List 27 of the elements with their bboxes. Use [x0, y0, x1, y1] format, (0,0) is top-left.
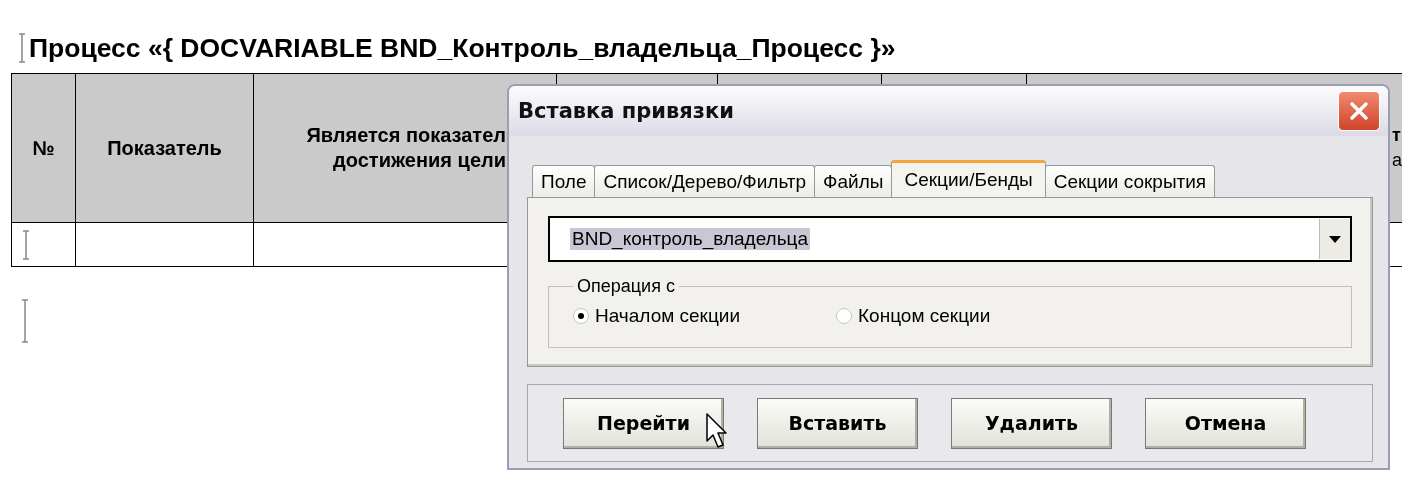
radio-option[interactable]: Началом секции: [573, 305, 741, 327]
tab[interactable]: Секции/Бенды: [891, 160, 1046, 197]
close-button[interactable]: [1338, 91, 1380, 131]
column-header: достижения цели: [333, 148, 506, 173]
window-title: Вставка привязки: [518, 99, 735, 123]
dialog-button[interactable]: Удалить: [951, 397, 1112, 449]
tab[interactable]: Секции сокрытия: [1044, 165, 1216, 197]
text-cursor-icon: [21, 299, 29, 343]
text-cursor-icon: [22, 229, 30, 260]
dialog-button[interactable]: Отмена: [1145, 397, 1306, 449]
tab[interactable]: Список/Дерево/Фильтр: [594, 165, 816, 197]
tab[interactable]: Файлы: [814, 165, 893, 197]
close-icon[interactable]: [1348, 100, 1370, 122]
column-header: Показатель: [107, 135, 222, 161]
radio-option[interactable]: Концом секции: [836, 305, 991, 327]
dialog-button[interactable]: Перейти: [563, 397, 724, 449]
tab[interactable]: Поле: [532, 165, 596, 197]
dialog-button[interactable]: Вставить: [757, 397, 918, 449]
text-cursor-icon: [18, 33, 26, 63]
column-header: №: [32, 135, 55, 161]
group-label: Операция с: [576, 276, 676, 297]
section-dropdown[interactable]: BND_контроль_владельца: [548, 216, 1352, 262]
column-header: Является показател: [306, 123, 506, 148]
document-heading: Процесс «{ DOCVARIABLE BND_Контроль_владельца_Процесс }»: [29, 32, 896, 64]
mouse-pointer-icon: [706, 413, 728, 449]
column-header: т: [1392, 124, 1401, 147]
column-header: а: [1392, 149, 1402, 172]
